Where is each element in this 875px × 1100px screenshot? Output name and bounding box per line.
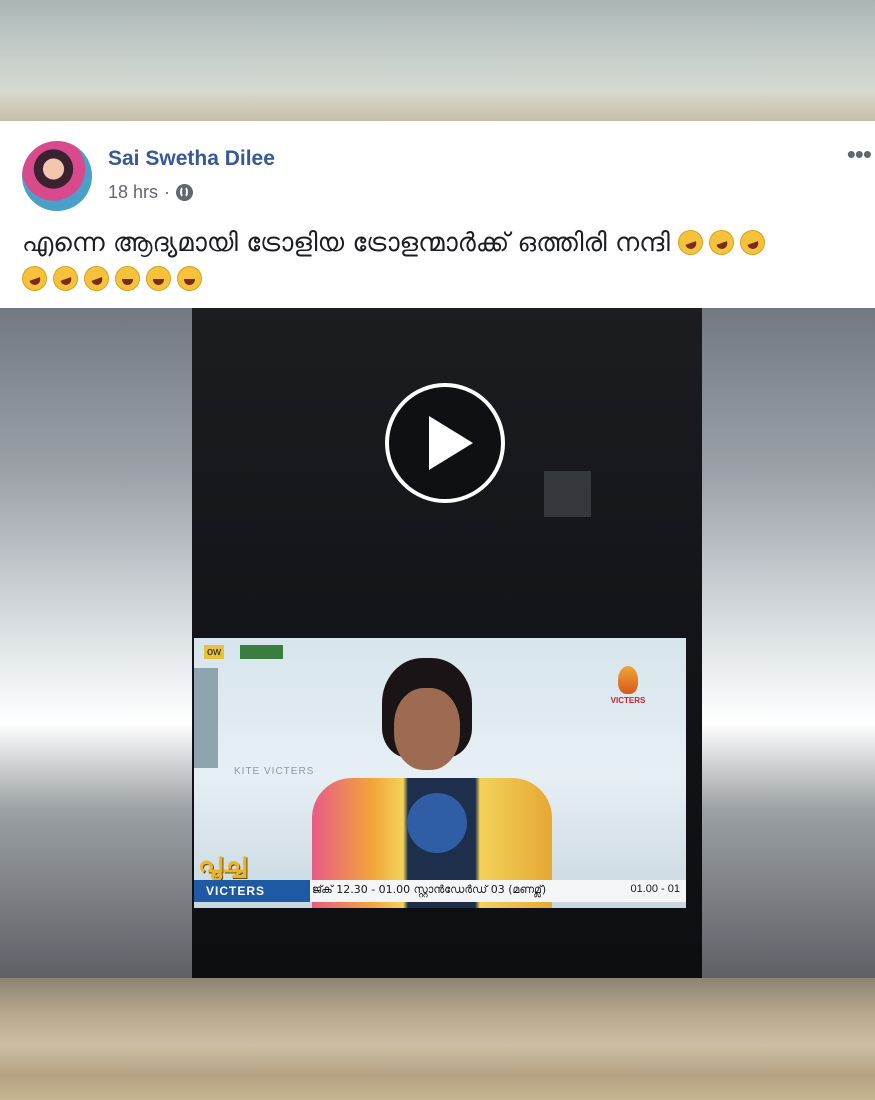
tv-ticker-text: ജ്ക് 12.30 - 01.00 സ്റ്റാൻഡേർഡ് 03 (മണമ്…: [312, 883, 547, 896]
separator-dot: ·: [164, 182, 171, 202]
avatar[interactable]: [22, 141, 92, 211]
emoji-rofl-icon: [705, 226, 738, 259]
channel-logo: VICTERS: [608, 666, 648, 710]
cat-puppet: [407, 793, 467, 853]
background-bottom: [0, 978, 875, 1100]
emoji-rofl-icon: [80, 262, 113, 295]
tv-screen: ow VICTERS KITE VICTERS പൂച്ച VICTERS ജ്…: [194, 638, 686, 908]
emoji-rofl-icon: [49, 262, 82, 295]
emoji-rofl-icon: [18, 262, 51, 295]
tv-presenter: [312, 658, 552, 908]
video-blur-left: [0, 308, 192, 978]
tv-watermark: KITE VICTERS: [234, 766, 315, 777]
post-message: എന്നെ ആദ്യമായി ട്രോളിയ ട്രോളന്മാർക്ക് ഒത…: [22, 228, 670, 258]
tv-ticker-time: 01.00 - 01: [630, 883, 680, 895]
author-name[interactable]: Sai Swetha Dilee: [108, 147, 275, 171]
tv-tag: [240, 645, 283, 659]
emoji-rofl-icon: [674, 226, 707, 259]
globe-icon[interactable]: [176, 184, 194, 201]
background-top: [0, 0, 875, 121]
tv-ticker: VICTERS ജ്ക് 12.30 - 01.00 സ്റ്റാൻഡേർഡ് …: [194, 880, 686, 902]
tv-ticker-brand: VICTERS: [194, 880, 310, 902]
post-timestamp[interactable]: 18 hrs: [108, 182, 158, 203]
video-blur-right: [702, 308, 875, 978]
emoji-laugh-icon: [115, 266, 140, 291]
more-options-icon[interactable]: •••: [847, 141, 872, 167]
emoji-rofl-icon: [736, 226, 769, 259]
emoji-laugh-icon: [146, 266, 171, 291]
tv-show-title: പൂച്ച: [198, 846, 246, 879]
tv-sidebar: [194, 668, 218, 768]
post-text: എന്നെ ആദ്യമായി ട്രോളിയ ട്രോളന്മാർക്ക് ഒത…: [18, 225, 862, 297]
play-icon: [429, 416, 473, 470]
facebook-post-card: Sai Swetha Dilee 18 hrs · ••• എന്നെ ആദ്യ…: [0, 121, 875, 308]
emoji-laugh-icon: [177, 266, 202, 291]
post-meta: 18 hrs ·: [108, 182, 194, 203]
play-button[interactable]: [385, 383, 505, 503]
tv-now-tag: ow: [204, 645, 225, 659]
wall-switch: [544, 471, 591, 517]
